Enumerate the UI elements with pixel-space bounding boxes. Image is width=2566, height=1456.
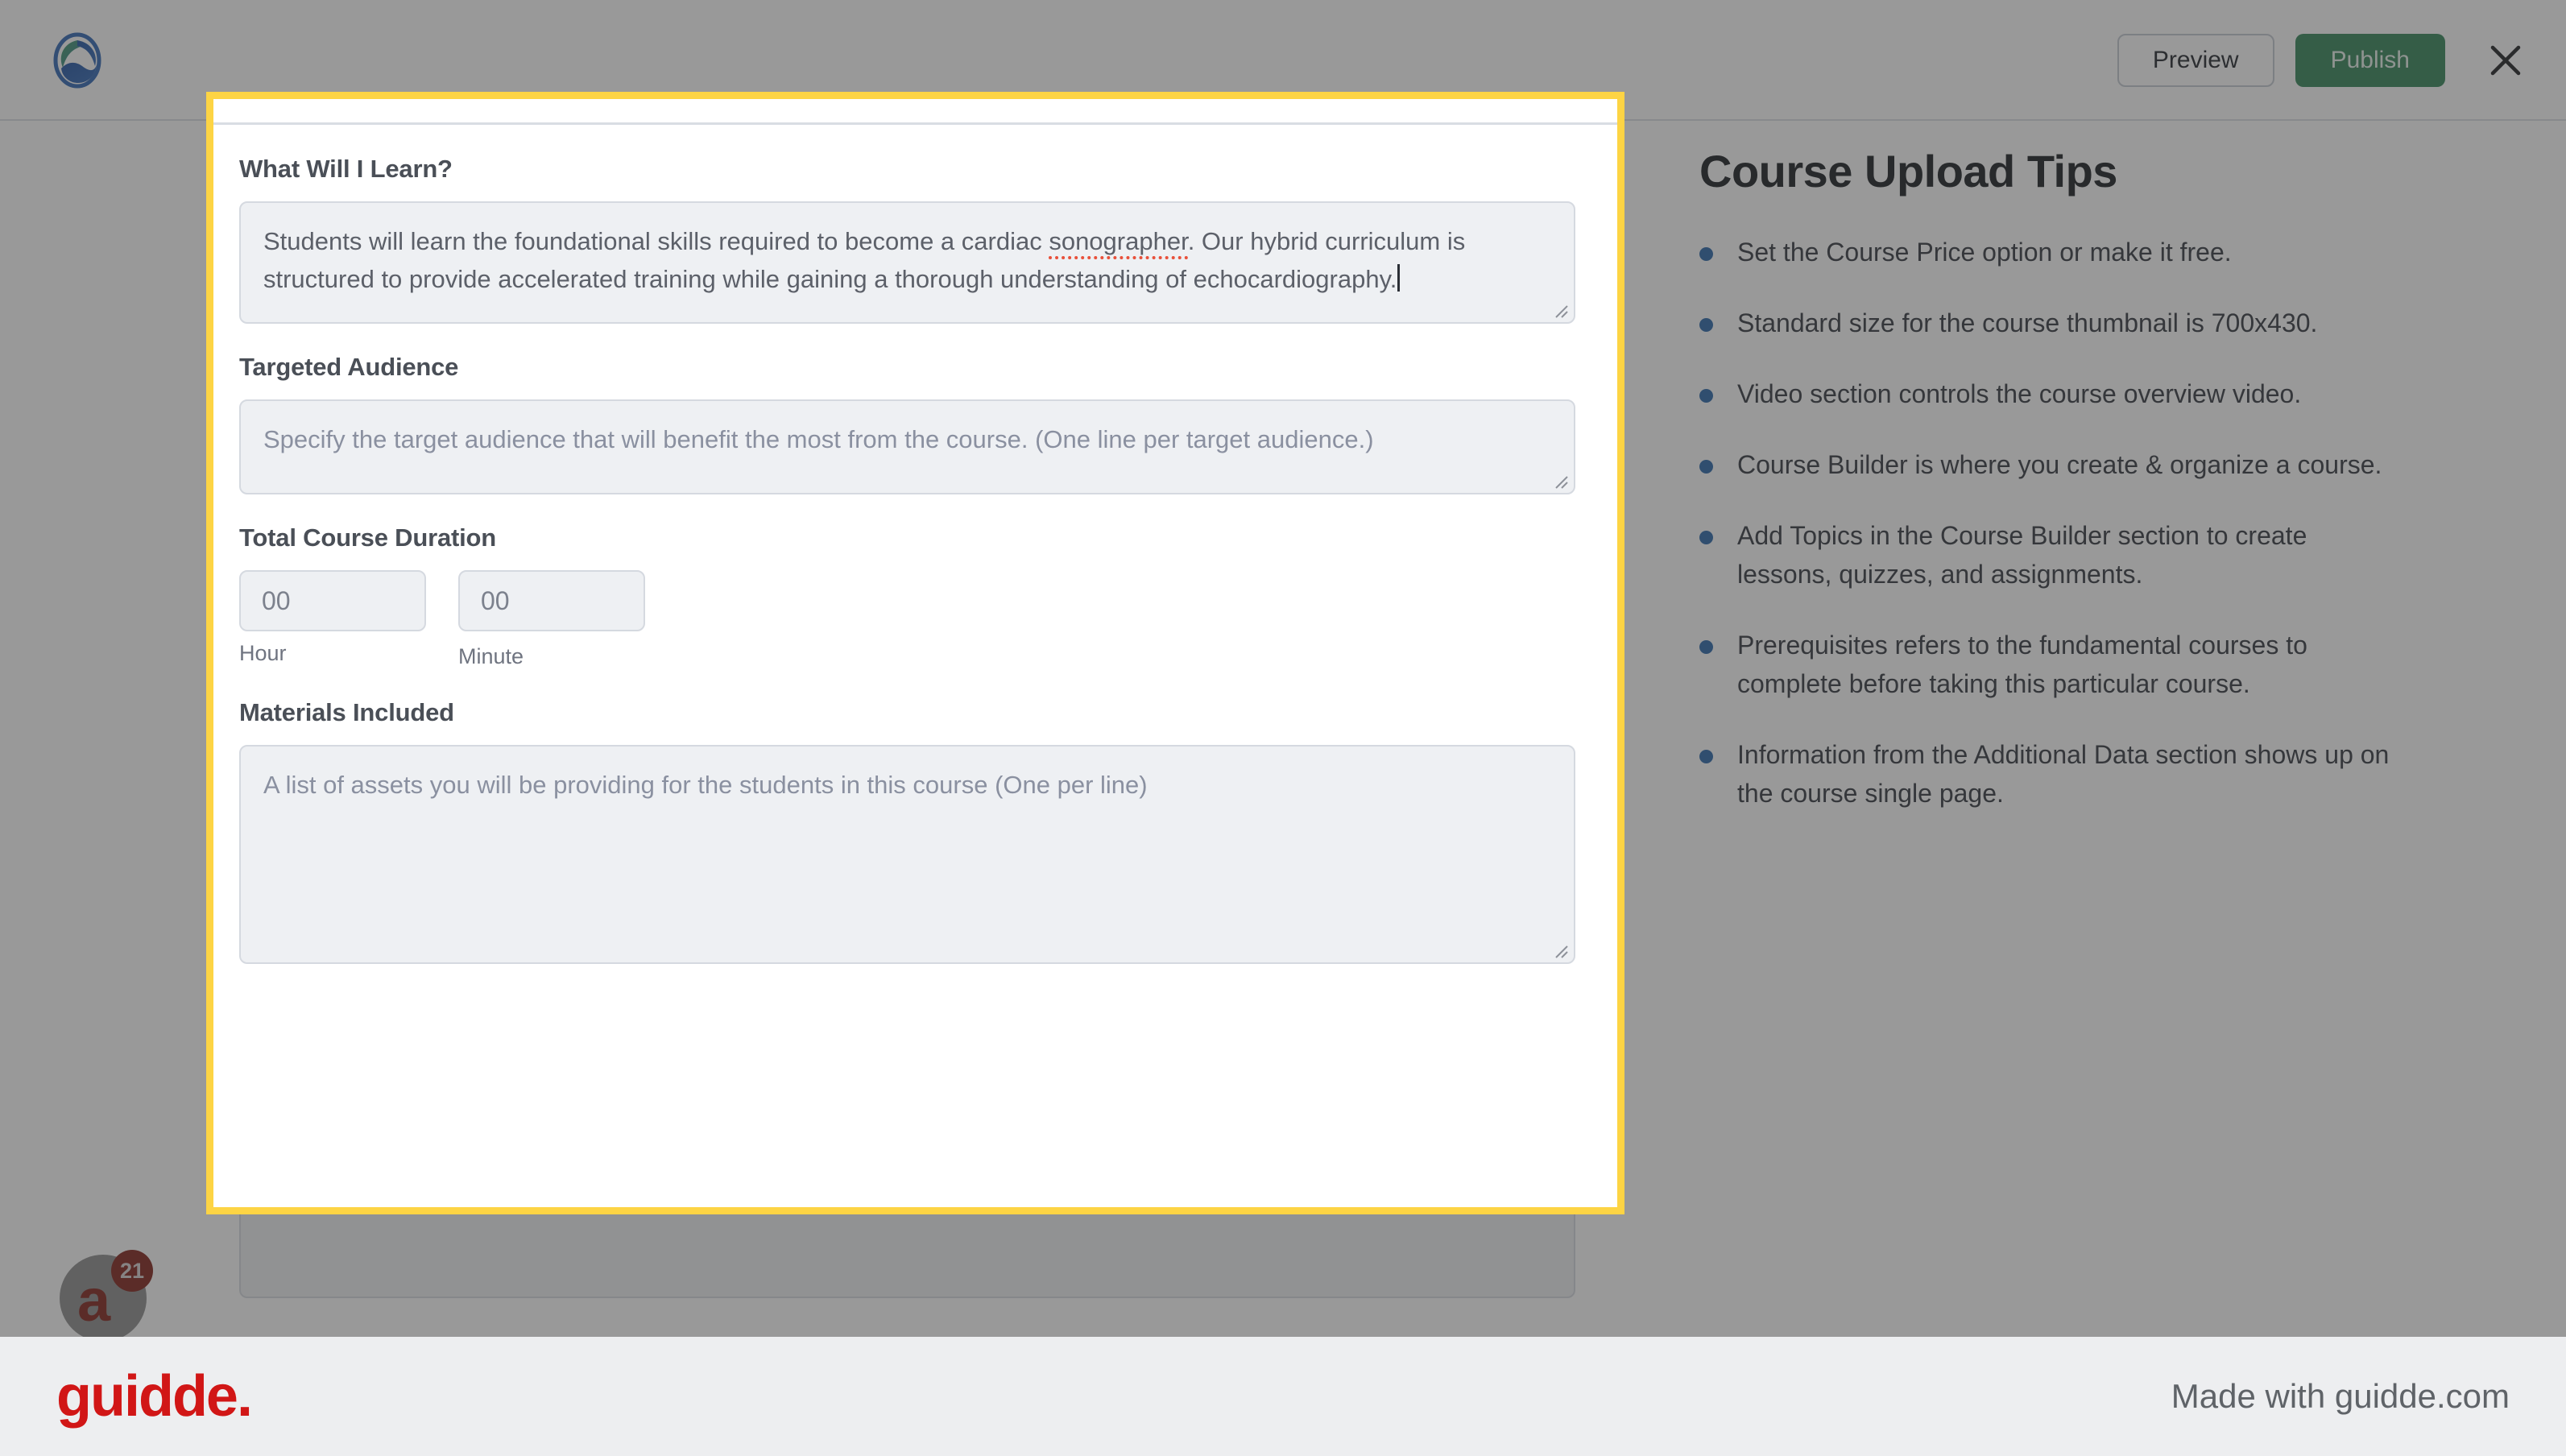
publish-button[interactable]: Publish bbox=[2295, 34, 2445, 87]
tip-text: Set the Course Price option or make it f… bbox=[1737, 238, 2232, 267]
targeted-audience-label-hl: Targeted Audience bbox=[239, 353, 459, 381]
tip-item: Set the Course Price option or make it f… bbox=[1699, 233, 2392, 271]
topbar-actions: Preview Publish bbox=[2117, 0, 2531, 121]
tip-text: Add Topics in the Course Builder section… bbox=[1737, 521, 2307, 589]
tips-title: Course Upload Tips bbox=[1699, 146, 2117, 196]
tip-item: Prerequisites refers to the fundamental … bbox=[1699, 626, 2392, 703]
course-platform-logo-icon[interactable] bbox=[50, 32, 105, 89]
tip-item: Video section controls the course overvi… bbox=[1699, 374, 2392, 413]
materials-included-label-hl: Materials Included bbox=[239, 698, 454, 726]
tip-text: Prerequisites refers to the fundamental … bbox=[1737, 631, 2307, 698]
duration-hour-sublabel-hl: Hour bbox=[239, 641, 287, 665]
duration-hour-group-hl: 00 Hour bbox=[239, 570, 426, 669]
field-targeted-audience-hl: Targeted Audience Specify the target aud… bbox=[239, 353, 1591, 494]
what-will-i-learn-label-hl: What Will I Learn? bbox=[239, 155, 453, 183]
bullet-icon bbox=[1699, 247, 1713, 261]
field-materials-included-hl: Materials Included A list of assets you … bbox=[239, 698, 1591, 964]
tip-item: Information from the Additional Data sec… bbox=[1699, 735, 2392, 813]
duration-hour-input-hl[interactable]: 00 bbox=[239, 570, 426, 631]
tip-text: Information from the Additional Data sec… bbox=[1737, 740, 2390, 808]
guidde-logo: guidde. bbox=[56, 1364, 253, 1429]
duration-inputs-row-hl: 00 Hour 00 Minute bbox=[239, 570, 1591, 669]
course-upload-tips-panel: Course Upload Tips Set the Course Price … bbox=[1699, 145, 2392, 845]
field-total-course-duration-hl: Total Course Duration 00 Hour 00 Minute bbox=[239, 523, 1591, 669]
guidde-footer: guidde. Made with guidde.com bbox=[0, 1337, 2566, 1456]
resize-grip-icon[interactable] bbox=[1550, 471, 1568, 489]
highlight-focus-region: What Will I Learn? Students will learn t… bbox=[213, 99, 1617, 1207]
tip-text: Course Builder is where you create & org… bbox=[1737, 450, 2382, 479]
learn-text-part1-hl: Students will learn the foundational ski… bbox=[263, 227, 1049, 255]
bullet-icon bbox=[1699, 640, 1713, 654]
total-course-duration-label-hl: Total Course Duration bbox=[239, 523, 497, 552]
materials-included-textarea-hl[interactable]: A list of assets you will be providing f… bbox=[239, 745, 1575, 964]
tip-item: Add Topics in the Course Builder section… bbox=[1699, 516, 2392, 594]
resize-grip-icon[interactable] bbox=[1550, 300, 1568, 318]
highlight-inner-content: What Will I Learn? Students will learn t… bbox=[213, 99, 1617, 1207]
duration-minute-sublabel-hl: Minute bbox=[458, 644, 524, 668]
targeted-audience-textarea-hl[interactable]: Specify the target audience that will be… bbox=[239, 399, 1575, 494]
tip-item: Standard size for the course thumbnail i… bbox=[1699, 304, 2392, 342]
resize-grip-icon[interactable] bbox=[1550, 941, 1568, 958]
what-will-i-learn-textarea-hl[interactable]: Students will learn the foundational ski… bbox=[239, 201, 1575, 324]
bullet-icon bbox=[1699, 389, 1713, 403]
tip-item: Course Builder is where you create & org… bbox=[1699, 445, 2392, 484]
bullet-icon bbox=[1699, 531, 1713, 544]
text-caret-hl bbox=[1397, 264, 1401, 292]
field-what-will-i-learn-hl: What Will I Learn? Students will learn t… bbox=[239, 155, 1591, 324]
learn-text-misspelled-hl: sonographer bbox=[1049, 227, 1188, 259]
bullet-icon bbox=[1699, 318, 1713, 332]
bullet-icon bbox=[1699, 750, 1713, 763]
preview-button[interactable]: Preview bbox=[2117, 34, 2274, 87]
tip-text: Standard size for the course thumbnail i… bbox=[1737, 308, 2318, 337]
tip-text: Video section controls the course overvi… bbox=[1737, 379, 2302, 408]
chat-widget-button[interactable]: a 21 bbox=[60, 1250, 153, 1342]
close-icon[interactable] bbox=[2481, 35, 2531, 85]
duration-minute-input-hl[interactable]: 00 bbox=[458, 570, 645, 631]
chat-unread-badge: 21 bbox=[111, 1250, 153, 1292]
duration-minute-group-hl: 00 Minute bbox=[458, 570, 645, 669]
materials-included-placeholder-hl: A list of assets you will be providing f… bbox=[263, 771, 1148, 799]
highlighted-form: What Will I Learn? Students will learn t… bbox=[220, 155, 1611, 993]
bullet-icon bbox=[1699, 460, 1713, 474]
chat-widget-glyph: a bbox=[77, 1267, 111, 1334]
made-with-guidde-text: Made with guidde.com bbox=[2171, 1377, 2510, 1415]
targeted-audience-placeholder-hl: Specify the target audience that will be… bbox=[263, 425, 1374, 453]
header-divider bbox=[213, 122, 1617, 125]
